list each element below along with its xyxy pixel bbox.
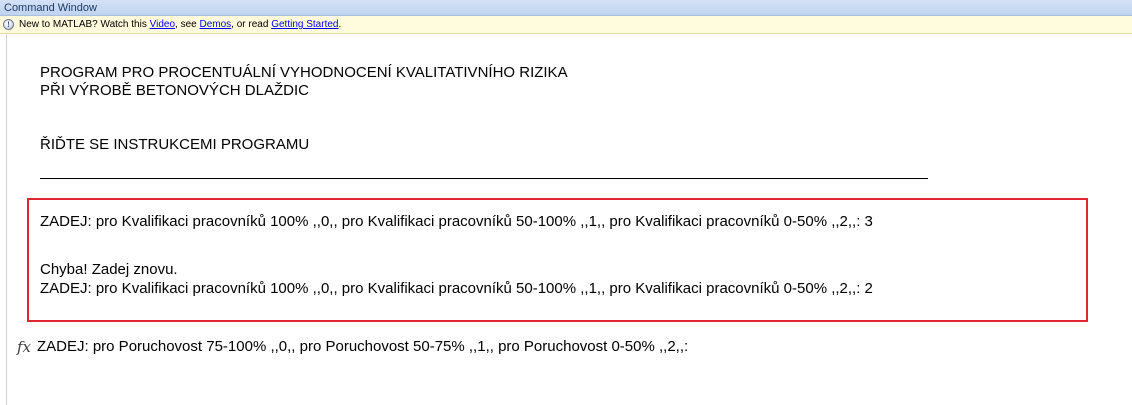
instruction-line: ŘIĎTE SE INSTRUKCEMI PROGRAMU: [40, 136, 310, 153]
current-prompt[interactable]: ZADEJ: pro Poruchovost 75-100% ,,0,, pro…: [37, 338, 688, 356]
info-prefix: New to MATLAB? Watch this: [19, 19, 150, 30]
console-output[interactable]: PROGRAM PRO PROCENTUÁLNÍ VYHODNOCENÍ KVA…: [0, 34, 1132, 405]
window-title: Command Window: [4, 2, 97, 14]
header-line-1: PROGRAM PRO PROCENTUÁLNÍ VYHODNOCENÍ KVA…: [40, 64, 568, 81]
fx-icon[interactable]: fx: [17, 338, 31, 356]
getting-started-link[interactable]: Getting Started: [271, 19, 338, 30]
prompt-line-1: ZADEJ: pro Kvalifikaci pracovníků 100% ,…: [40, 213, 873, 230]
info-icon: !: [3, 19, 14, 30]
info-message: New to MATLAB? Watch this Video, see Dem…: [19, 18, 341, 32]
window-titlebar[interactable]: Command Window: [0, 0, 1132, 16]
header-line-2: PŘI VÝROBĚ BETONOVÝCH DLAŽDIC: [40, 82, 309, 99]
command-window: Command Window ! New to MATLAB? Watch th…: [0, 0, 1132, 405]
separator-line: [40, 178, 928, 179]
info-suffix: .: [338, 19, 342, 30]
prompt-line-2: ZADEJ: pro Kvalifikaci pracovníků 100% ,…: [40, 280, 873, 297]
error-line: Chyba! Zadej znovu.: [40, 261, 178, 278]
info-bar: ! New to MATLAB? Watch this Video, see D…: [0, 16, 1132, 34]
video-link[interactable]: Video: [150, 19, 175, 30]
demos-link[interactable]: Demos: [199, 19, 231, 30]
info-sep1: , see: [175, 19, 200, 30]
info-sep2: , or read: [231, 19, 272, 30]
